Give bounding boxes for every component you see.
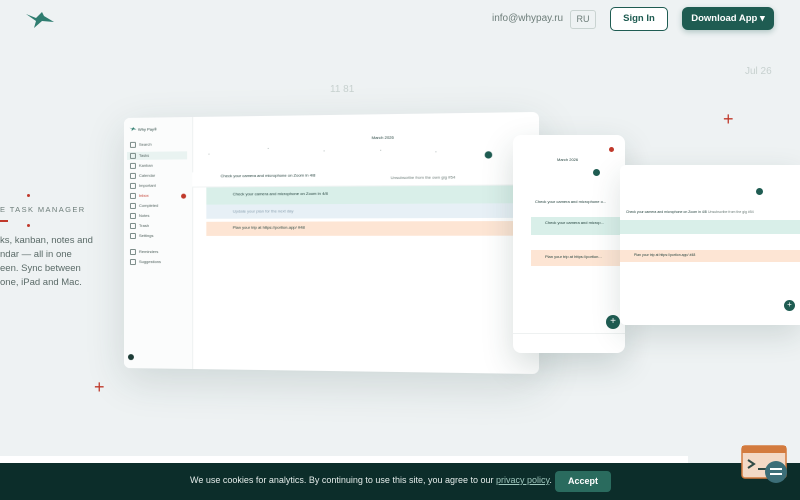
sidebar-item-completed: Completed [129, 202, 159, 209]
sidebar-item-important: Important [129, 182, 156, 189]
gear-icon [129, 232, 136, 239]
selected-day [593, 169, 600, 176]
sidebar-label: Reminders [138, 249, 159, 255]
decor-plus-icon: + [94, 377, 105, 397]
sidebar-label: Notes [138, 212, 150, 219]
add-task-button: + [606, 315, 620, 329]
day-cell: • [323, 148, 325, 153]
sidebar-label: Trash [138, 223, 150, 229]
sidebar-label: Search [138, 141, 152, 147]
hero-divider [0, 220, 8, 222]
site-header: info@whypay.ru RU Sign In Download App ▾ [0, 0, 800, 40]
hero-line: ks, kanban, notes and [0, 235, 93, 246]
star-icon [129, 182, 136, 189]
language-switch[interactable]: RU [570, 10, 596, 29]
selected-day [756, 188, 763, 195]
decor-date-2: 11 81 [330, 84, 355, 95]
calendar-month: March 2026 [557, 157, 579, 162]
search-icon [129, 141, 136, 148]
calendar-month: March 2026 [371, 134, 394, 141]
hero-line: een. Sync between [0, 263, 81, 274]
calendar-icon [129, 172, 136, 179]
cookie-banner: We use cookies for analytics. By continu… [0, 463, 800, 500]
hero-description: ks, kanban, notes and ndar — all in one … [0, 234, 110, 290]
app-name: Why Pay® [137, 126, 157, 132]
sidebar-item-tasks: Tasks [126, 151, 188, 160]
task-title: Check your camera and microphone on Zoom… [220, 172, 316, 179]
sidebar-item-calendar: Calendar [129, 172, 156, 179]
task-title: Update your plan for the next day [232, 208, 294, 214]
sidebar-item-suggestions: Suggestions [129, 259, 161, 266]
sidebar-item-search: Search [129, 141, 152, 148]
decor-plus-icon: + [723, 109, 734, 129]
check-icon [129, 202, 136, 209]
task-title: Plan your trip at https://portion.app/ #… [634, 253, 696, 257]
task-title: Check your camera and microphone o... [535, 199, 607, 204]
tablet-app-screenshot: March 2026 Check your camera and microph… [513, 135, 625, 353]
decor-dot [27, 224, 30, 227]
phone-app-screenshot: Check your camera and microphone on Zoom… [620, 165, 800, 325]
sidebar-label: Important [138, 182, 156, 188]
task-title: Plan your trip at https://portion.app/ #… [232, 224, 305, 230]
day-cell: • [435, 149, 437, 154]
selected-day [484, 151, 493, 159]
hero-line: ndar — all in one [0, 249, 72, 260]
desktop-app-screenshot: Why Pay® Search Tasks Kanban Calendar Im… [124, 111, 540, 375]
sidebar-label: Calendar [138, 172, 156, 178]
sidebar-label: Kanban [138, 162, 153, 168]
cookie-period: . [549, 475, 552, 485]
accept-cookies-button[interactable]: Accept [555, 471, 611, 492]
sidebar-label: Settings [138, 233, 154, 239]
sidebar-label: Completed [138, 202, 159, 209]
sign-in-button[interactable]: Sign In [610, 7, 668, 31]
notification-dot [609, 147, 614, 152]
sidebar-label: Suggestions [138, 259, 161, 265]
contact-email-link[interactable]: info@whypay.ru [492, 13, 563, 24]
cookie-text: We use cookies for analytics. By continu… [190, 475, 494, 485]
sidebar-item-inbox: Inbox [129, 192, 149, 199]
decor-dot [27, 194, 30, 197]
inbox-icon [129, 192, 136, 199]
tab-bar [513, 333, 625, 353]
privacy-policy-link[interactable]: privacy policy [496, 475, 549, 485]
add-task-button: + [784, 300, 795, 311]
task-title: Check your camera and microphone on Zoom… [626, 210, 707, 214]
tasks-icon [129, 152, 136, 159]
task-title: Check your camera and microp... [545, 220, 604, 225]
kanban-icon [129, 162, 136, 169]
task-title: Check your camera and microphone on Zoom… [232, 190, 328, 197]
sidebar-item-settings: Settings [129, 232, 154, 239]
day-cell: • [267, 146, 269, 151]
notes-icon [129, 212, 136, 219]
inbox-badge [181, 193, 187, 199]
sidebar-item-reminders: Reminders [129, 249, 159, 256]
task-title: Plan your trip at https://portion... [545, 254, 602, 259]
sidebar-item-notes: Notes [129, 212, 150, 219]
chat-widget-icon[interactable] [740, 444, 790, 486]
task-title: Unsubscribe from the own gig #54 [390, 174, 456, 181]
decor-date: Jul 26 [745, 66, 772, 77]
trash-icon [129, 222, 136, 229]
download-app-button[interactable]: Download App ▾ [682, 7, 774, 30]
bird-logo-icon [129, 126, 137, 132]
app-sidebar: Why Pay® Search Tasks Kanban Calendar Im… [124, 116, 194, 370]
avatar [127, 354, 134, 361]
hero-eyebrow: E TASK MANAGER [0, 205, 86, 214]
cookie-message: We use cookies for analytics. By continu… [190, 475, 552, 485]
sidebar-item-trash: Trash [129, 222, 150, 229]
sidebar-item-kanban: Kanban [129, 162, 153, 169]
task-title: Unsubscribe from the gig #54 [708, 210, 754, 214]
task-row-highlight [620, 220, 800, 234]
day-cell: • [208, 152, 210, 157]
bell-icon [129, 249, 136, 256]
sidebar-label: Inbox [138, 192, 149, 198]
lightbulb-icon [129, 259, 136, 266]
bird-logo-icon[interactable] [24, 8, 56, 30]
hero-line: one, iPad and Mac. [0, 277, 82, 288]
day-cell: • [380, 148, 382, 153]
sidebar-label: Tasks [138, 152, 150, 158]
